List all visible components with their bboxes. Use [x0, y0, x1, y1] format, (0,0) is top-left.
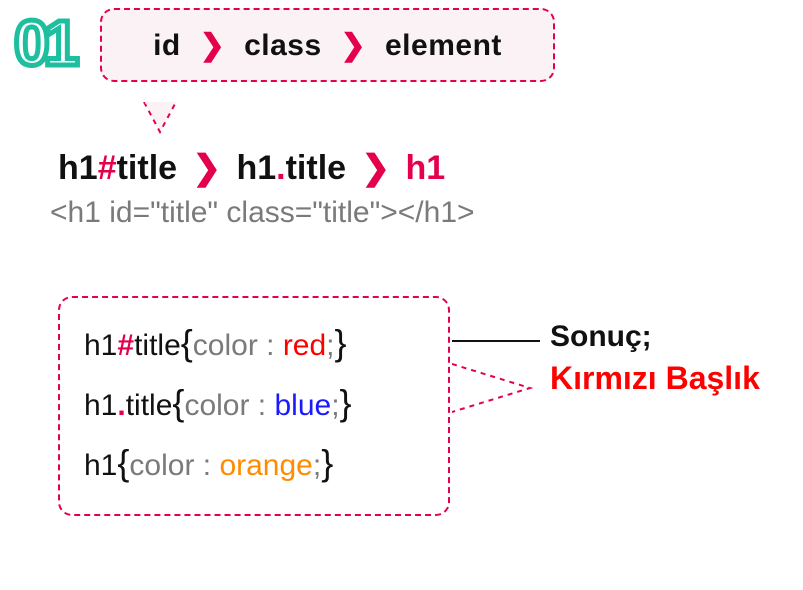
step-badge: 01: [14, 6, 73, 80]
selector-hierarchy: h1#title ❯ h1.title ❯ h1: [58, 148, 445, 188]
html-tag-example: <h1 id="title" class="title"></h1>: [50, 196, 475, 230]
sel-element-part: h1: [405, 149, 445, 187]
css-rule-2: h1.title{color : blue;}: [84, 382, 428, 424]
connector-line: [452, 340, 540, 342]
specificity-class: class: [244, 29, 322, 62]
chevron-right-icon: ❯: [193, 149, 222, 187]
specificity-bubble: id ❯ class ❯ element: [100, 8, 555, 82]
specificity-id: id: [153, 29, 181, 62]
chevron-right-icon: ❯: [200, 29, 226, 62]
chevron-right-icon: ❯: [341, 29, 367, 62]
result-output: Kırmızı Başlık: [550, 360, 760, 397]
css-code-box: h1#title{color : red;} h1.title{color : …: [58, 296, 450, 516]
specificity-element: element: [385, 29, 502, 62]
sel-id-part: h1#title: [58, 149, 177, 187]
sel-class-part: h1.title: [236, 149, 346, 187]
css-rule-3: h1{color : orange;}: [84, 442, 428, 484]
specificity-rule: id ❯ class ❯ element: [153, 28, 502, 63]
result-label: Sonuç;: [550, 320, 760, 354]
chevron-right-icon: ❯: [362, 149, 391, 187]
result-block: Sonuç; Kırmızı Başlık: [550, 320, 760, 397]
result-pointer-icon: [452, 358, 542, 423]
css-rule-1: h1#title{color : red;}: [84, 322, 428, 364]
